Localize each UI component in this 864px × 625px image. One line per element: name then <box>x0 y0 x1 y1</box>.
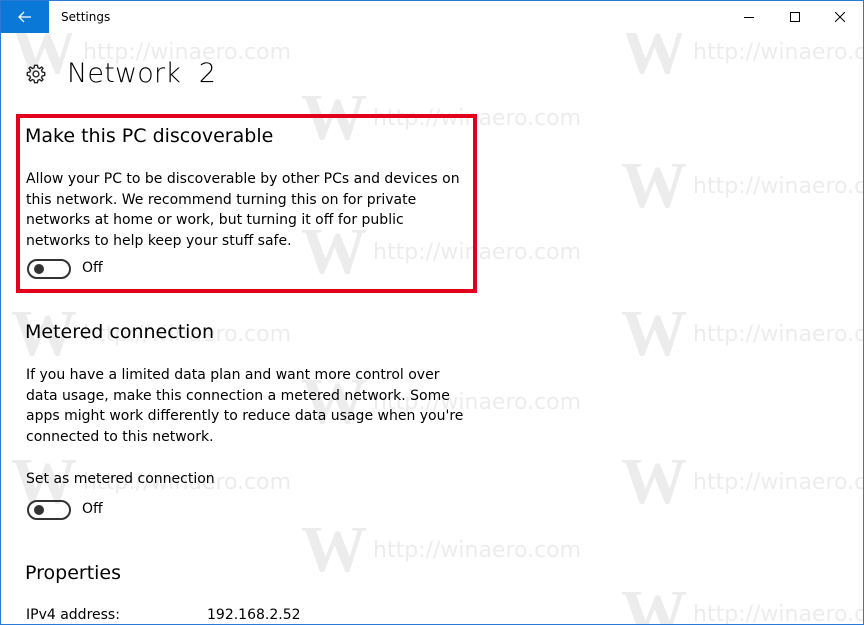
discoverable-toggle[interactable] <box>27 259 71 279</box>
back-button[interactable] <box>1 1 49 33</box>
metered-toggle[interactable] <box>27 500 71 520</box>
watermark: Whttp://winaero.com <box>621 149 863 222</box>
window-title: Settings <box>61 10 111 24</box>
watermark: Whttp://winaero.com <box>621 445 863 518</box>
minimize-icon <box>744 17 754 18</box>
ipv4-label: IPv4 address: <box>26 607 120 623</box>
maximize-button[interactable] <box>772 1 818 33</box>
watermark: Whttp://winaero.com <box>621 297 863 370</box>
close-icon <box>835 12 845 22</box>
toggle-knob <box>34 505 44 515</box>
discoverable-toggle-state: Off <box>82 260 103 276</box>
title-bar: Settings <box>1 1 863 33</box>
discoverable-section-title: Make this PC discoverable <box>25 125 274 147</box>
ipv4-value: 192.168.2.52 <box>207 607 301 623</box>
watermark: Whttp://winaero.com <box>301 513 582 586</box>
discoverable-description: Allow your PC to be discoverable by othe… <box>26 171 460 249</box>
metered-setting-label: Set as metered connection <box>26 471 215 487</box>
back-arrow-icon <box>18 11 31 23</box>
page-header: Network 2 <box>25 58 216 89</box>
gear-icon <box>26 64 46 83</box>
close-button[interactable] <box>817 1 863 33</box>
page-title: Network 2 <box>67 58 217 89</box>
watermark: Whttp://winaero.com <box>621 577 863 625</box>
properties-section-title: Properties <box>25 562 122 584</box>
minimize-button[interactable] <box>726 1 772 33</box>
metered-toggle-state: Off <box>82 501 103 517</box>
settings-window: Whttp://winaero.com Whttp://winaero.com … <box>0 0 864 625</box>
toggle-knob <box>34 264 44 274</box>
metered-section-title: Metered connection <box>25 321 215 343</box>
metered-description: If you have a limited data plan and want… <box>26 367 464 445</box>
maximize-icon <box>790 12 800 22</box>
